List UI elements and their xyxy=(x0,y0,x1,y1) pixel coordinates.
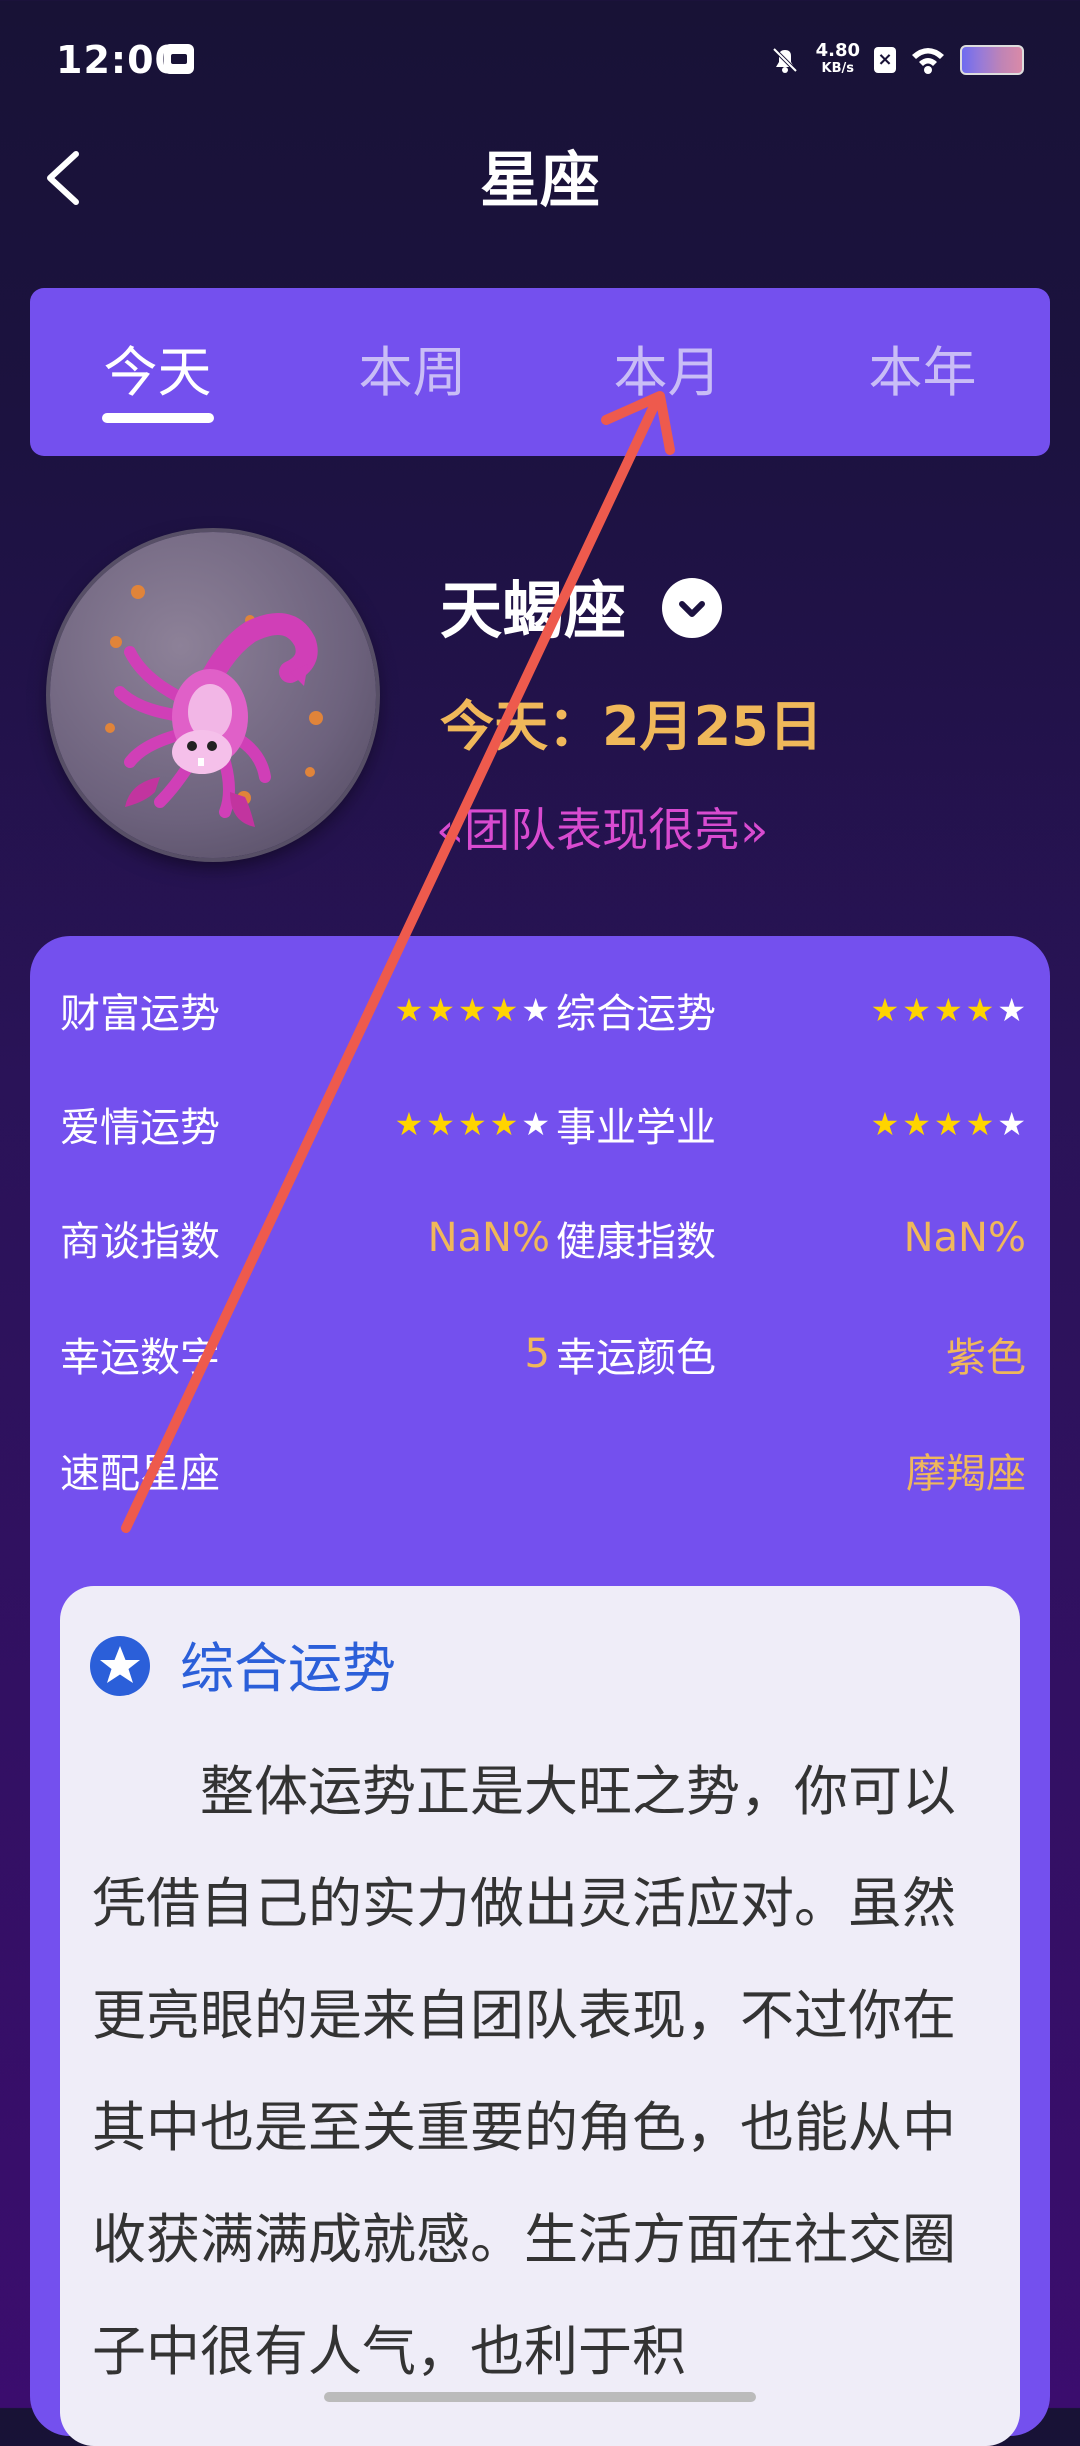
career-stars: ★ ★ ★ ★ ★ xyxy=(870,1105,1026,1143)
chevron-down-icon[interactable] xyxy=(662,578,722,638)
overall-label: 综合运势 xyxy=(556,991,716,1037)
mute-icon xyxy=(772,47,797,73)
tab-this-week[interactable]: 本周 xyxy=(285,288,540,456)
battery-icon xyxy=(960,45,1024,75)
fortune-row-lucky-number: 幸运数字 5 xyxy=(60,1314,550,1394)
health-label: 健康指数 xyxy=(556,1219,716,1265)
fortune-row-lucky-color: 幸运颜色 紫色 xyxy=(556,1314,1026,1394)
scorpion-icon xyxy=(105,585,323,827)
love-stars: ★ ★ ★ ★ ★ xyxy=(394,1105,550,1143)
current-date: 今天：2月25日 xyxy=(440,695,823,758)
overall-stars: ★ ★ ★ ★ ★ xyxy=(870,991,1026,1029)
fortune-row-love: 爱情运势 ★ ★ ★ ★ ★ xyxy=(60,1084,550,1164)
love-label: 爱情运势 xyxy=(60,1105,220,1151)
home-indicator[interactable] xyxy=(324,2392,756,2402)
health-value: NaN% xyxy=(903,1215,1026,1261)
net-speed-unit: KB/s xyxy=(821,61,855,76)
lucky-color-label: 幸运颜色 xyxy=(556,1335,716,1381)
fortune-row-health: 健康指数 NaN% xyxy=(556,1198,1026,1278)
status-bar: 12:00 4.80 KB/s × xyxy=(0,0,1080,120)
fortune-row-wealth: 财富运势 ★ ★ ★ ★ ★ xyxy=(60,970,550,1050)
career-label: 事业学业 xyxy=(556,1105,716,1151)
x-app-icon: × xyxy=(874,47,896,73)
net-speed-value: 4.80 xyxy=(815,40,860,61)
lucky-color-value: 紫色 xyxy=(946,1335,1026,1381)
tab-this-year[interactable]: 本年 xyxy=(795,288,1050,456)
detail-text: 整体运势正是大旺之势，你可以凭借自己的实力做出灵活应对。虽然更亮眼的是来自团队表… xyxy=(92,1760,956,2383)
tab-this-month[interactable]: 本月 xyxy=(540,288,795,456)
net-speed: 4.80 KB/s xyxy=(816,42,860,78)
wifi-icon xyxy=(912,48,944,74)
status-right: 4.80 KB/s × xyxy=(768,40,1024,80)
negotiation-value: NaN% xyxy=(427,1215,550,1261)
fortune-row-overall: 综合运势 ★ ★ ★ ★ ★ xyxy=(556,970,1026,1050)
fortune-motto: «团队表现很亮» xyxy=(436,803,769,857)
match-value: 摩羯座 xyxy=(906,1451,1026,1497)
wealth-label: 财富运势 xyxy=(60,991,220,1037)
notification-icon xyxy=(164,44,194,74)
scorpio-badge-image xyxy=(50,532,376,858)
match-label: 速配星座 xyxy=(60,1451,220,1497)
fortune-row-negotiation: 商谈指数 NaN% xyxy=(60,1198,550,1278)
wealth-stars: ★ ★ ★ ★ ★ xyxy=(394,991,550,1029)
detail-heading: 综合运势 xyxy=(180,1637,396,1700)
period-tabs: 今天 本周 本月 本年 xyxy=(30,288,1050,456)
overall-fortune-detail: 综合运势 整体运势正是大旺之势，你可以凭借自己的实力做出灵活应对。虽然更亮眼的是… xyxy=(60,1586,1020,2446)
lucky-number-value: 5 xyxy=(524,1331,550,1377)
lucky-number-label: 幸运数字 xyxy=(60,1335,220,1381)
star-icon xyxy=(90,1636,150,1696)
fortune-row-match: 速配星座 摩羯座 xyxy=(60,1430,1026,1510)
zodiac-sign-name[interactable]: 天蝎座 xyxy=(440,560,626,650)
page-title: 星座 xyxy=(480,146,600,216)
fortune-row-career: 事业学业 ★ ★ ★ ★ ★ xyxy=(556,1084,1026,1164)
tab-today[interactable]: 今天 xyxy=(30,288,285,456)
negotiation-label: 商谈指数 xyxy=(60,1219,220,1265)
